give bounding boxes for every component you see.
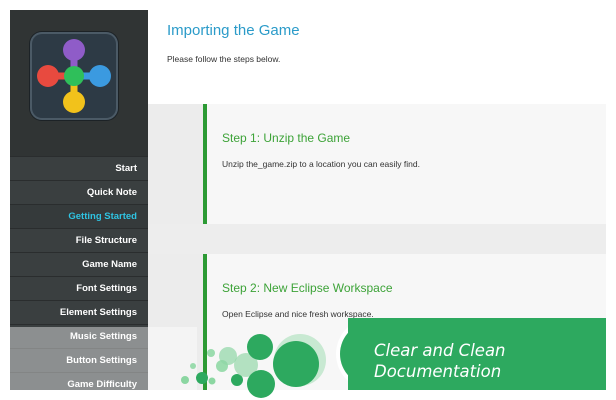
banner-line-1: Clear and Clean	[374, 341, 506, 360]
banner-line-2: Documentation	[374, 362, 502, 381]
banner-text: Clear and Clean Documentation	[374, 340, 604, 382]
